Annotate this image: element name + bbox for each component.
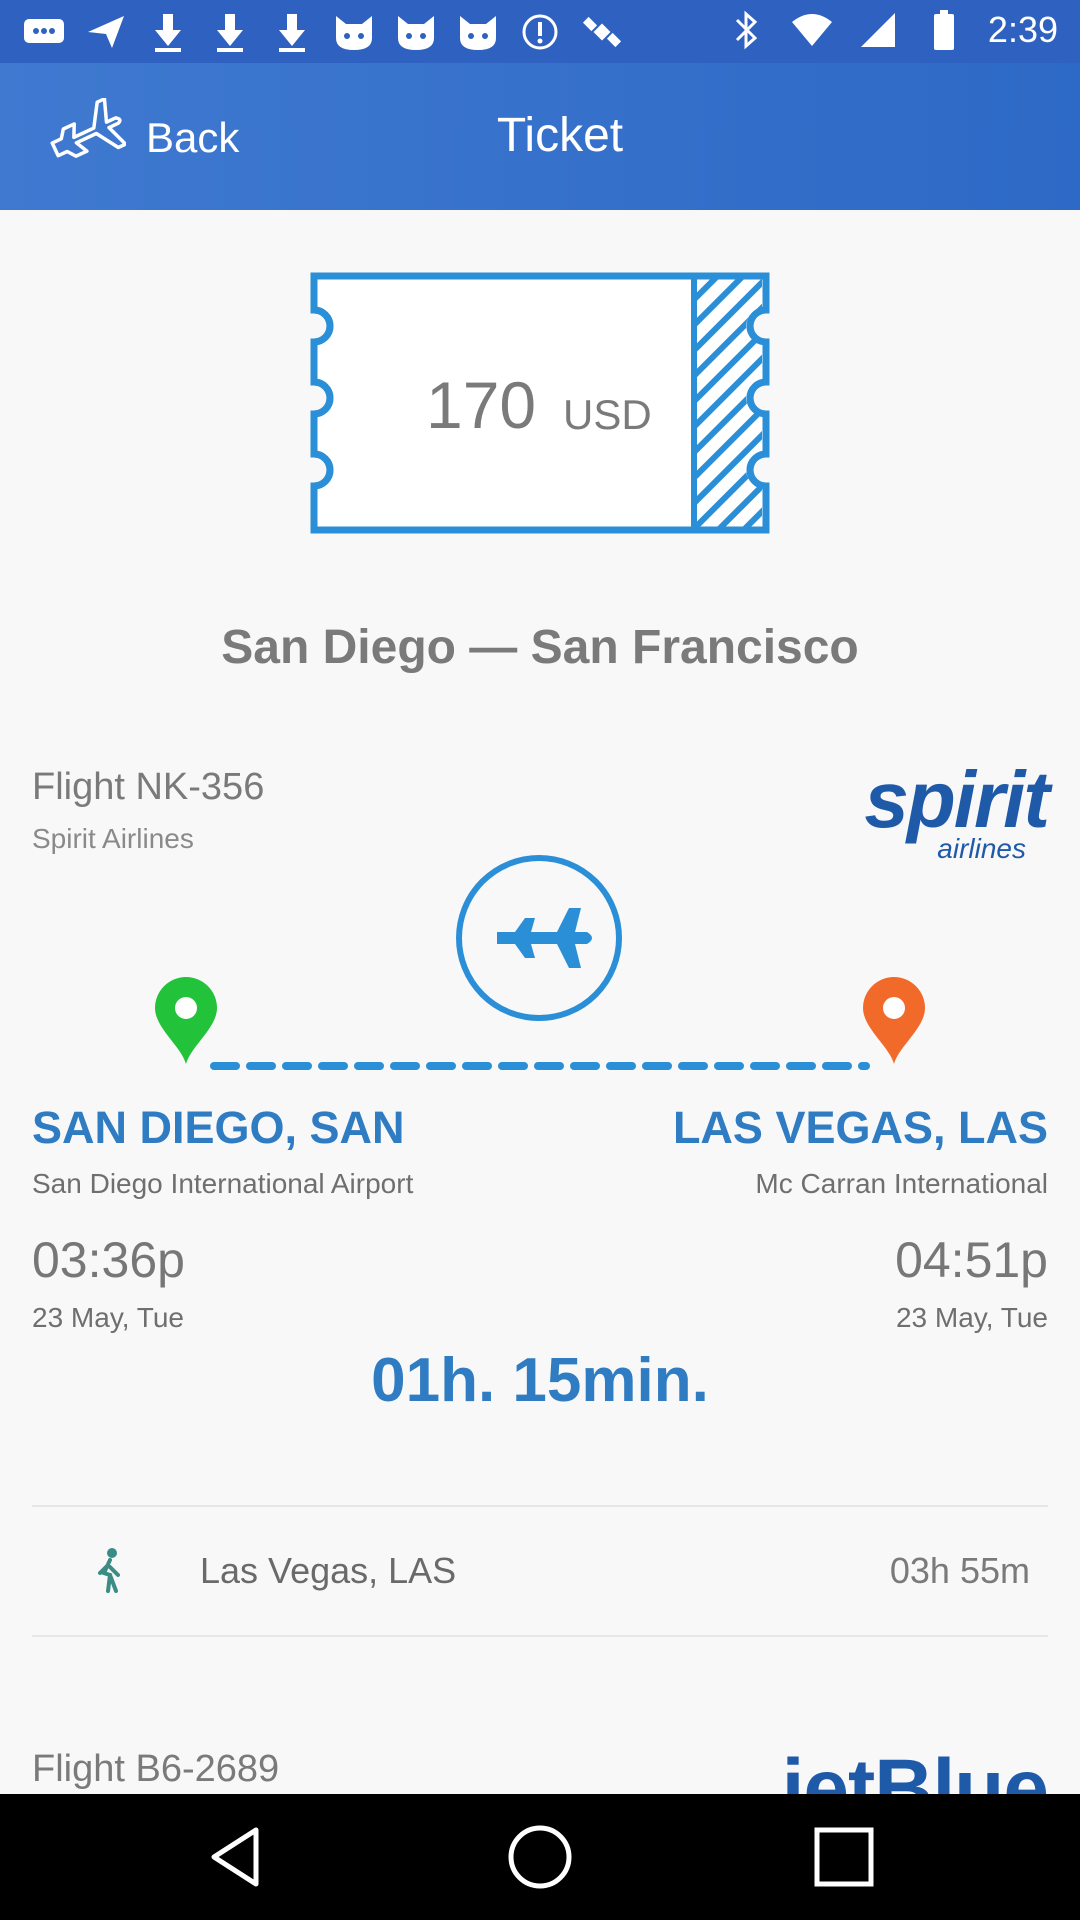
signal-icon (856, 8, 900, 52)
download-icon (208, 10, 252, 54)
route-dashed-line (210, 1062, 870, 1070)
origin-airport: San Diego International Airport (32, 1168, 414, 1199)
divider (32, 1635, 1048, 1637)
clock: 2:39 (987, 9, 1058, 50)
flight-number: Flight NK-356 (32, 766, 265, 808)
satellite-icon (580, 10, 624, 54)
route-title: San Diego — San Francisco (221, 621, 859, 674)
flight-duration: 01h. 15min. (371, 1346, 709, 1415)
destination-airport: Mc Carran International (755, 1168, 1048, 1199)
walking-person-icon (98, 1548, 120, 1593)
info-icon (518, 10, 562, 54)
arrival-time: 04:51p (895, 1232, 1048, 1288)
price-currency: USD (563, 391, 652, 438)
app-bar: Back Ticket (0, 63, 1080, 210)
nav-home-icon[interactable] (505, 1822, 575, 1892)
bluetooth-icon (724, 8, 768, 52)
cat-icon (332, 10, 376, 54)
spirit-airlines-logo: spirit airlines (828, 755, 1050, 863)
destination-city: LAS VEGAS, LAS (672, 1102, 1048, 1153)
price-amount: 170 (426, 368, 537, 442)
cat-icon (456, 10, 500, 54)
flight2-number: Flight B6-2689 (32, 1748, 280, 1790)
send-icon (84, 10, 128, 54)
layover-row[interactable]: Las Vegas, LAS 03h 55m (32, 1507, 1048, 1635)
navigation-bar (0, 1794, 1080, 1920)
arrival-date: 23 May, Tue (895, 1302, 1048, 1333)
messages-icon (22, 10, 66, 54)
departure-date: 23 May, Tue (32, 1302, 185, 1333)
logo-main: spirit (864, 755, 1050, 844)
status-bar: 2:39 (0, 0, 1080, 63)
download-icon (146, 10, 190, 54)
nav-recents-icon[interactable] (809, 1822, 879, 1892)
airline-name: Spirit Airlines (32, 823, 194, 854)
download-icon (270, 10, 314, 54)
departure-time: 03:36p (32, 1232, 185, 1288)
ticket-icon (310, 272, 770, 534)
layover-city: Las Vegas, LAS (200, 1550, 457, 1591)
wifi-icon (790, 8, 834, 52)
page-title: Ticket (496, 109, 624, 162)
battery-icon (922, 8, 966, 52)
cat-icon (394, 10, 438, 54)
destination-pin-icon (863, 977, 925, 1064)
origin-city: SAN DIEGO, SAN (32, 1102, 405, 1153)
origin-pin-icon (155, 977, 217, 1064)
layover-duration: 03h 55m (889, 1550, 1030, 1591)
nav-back-icon[interactable] (202, 1822, 272, 1892)
flight-plane-icon (456, 855, 622, 1021)
